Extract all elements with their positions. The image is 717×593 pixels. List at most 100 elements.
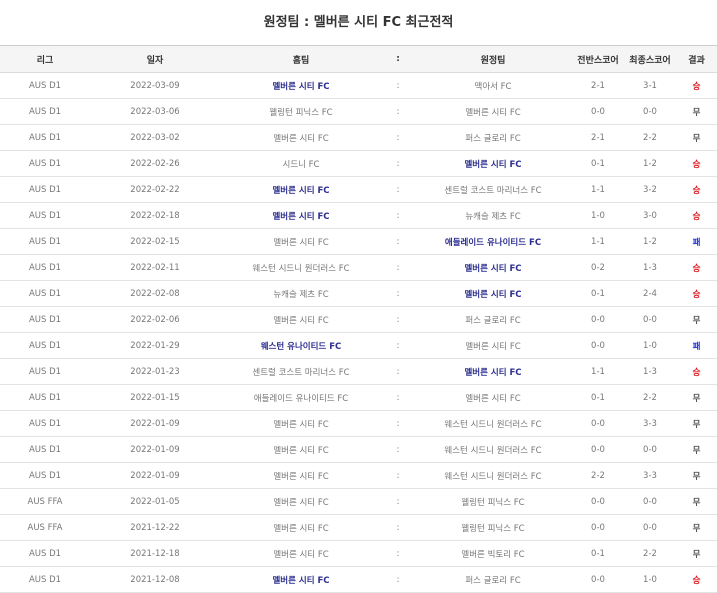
home-team-cell: 멜버른 시티 FC xyxy=(220,410,382,437)
result-cell: 무 xyxy=(676,540,717,567)
result-cell: 무 xyxy=(676,488,717,515)
table-row: AUS D1 2022-02-08 뉴캐슬 제츠 FC: 멜버른 시티 FC 0-1 2-… xyxy=(0,280,717,307)
date-cell: 2022-01-09 xyxy=(90,462,220,489)
away-team-cell: 멜버른 시티 FC xyxy=(414,254,572,281)
separator-cell: : xyxy=(382,98,414,125)
half-score-cell: 0-1 xyxy=(572,384,624,411)
result-cell: 무 xyxy=(676,98,717,125)
date-cell: 2022-01-29 xyxy=(90,332,220,359)
separator-cell: : xyxy=(382,228,414,255)
away-team-cell: 멜버른 시티 FC xyxy=(414,150,572,177)
date-cell: 2022-03-06 xyxy=(90,98,220,125)
half-score-cell: 0-1 xyxy=(572,540,624,567)
date-cell: 2022-01-15 xyxy=(90,384,220,411)
separator-cell: : xyxy=(382,410,414,437)
home-team-cell: 애들레이드 유나이티드 FC xyxy=(220,384,382,411)
half-score-cell: 2-1 xyxy=(572,72,624,99)
separator-cell: : xyxy=(382,462,414,489)
date-cell: 2022-02-22 xyxy=(90,176,220,203)
away-team-cell: 웰링턴 피닉스 FC xyxy=(414,488,572,515)
table-row: AUS D1 2022-02-11 웨스턴 시드니 원더러스 FC: 멜버른 시티 F… xyxy=(0,254,717,281)
home-team-cell: 멜버른 시티 FC xyxy=(220,514,382,541)
away-team-cell: 멜버른 시티 FC xyxy=(414,332,572,359)
home-team-cell: 웰링턴 피닉스 FC xyxy=(220,98,382,125)
separator-cell: : xyxy=(382,306,414,333)
date-cell: 2022-02-06 xyxy=(90,306,220,333)
away-team-cell: 퍼스 글로리 FC xyxy=(414,306,572,333)
half-score-cell: 0-1 xyxy=(572,280,624,307)
league-cell: AUS D1 xyxy=(0,228,90,255)
header-result: 결과 xyxy=(676,45,717,73)
league-cell: AUS D1 xyxy=(0,150,90,177)
separator-cell: : xyxy=(382,358,414,385)
result-cell: 무 xyxy=(676,306,717,333)
league-cell: AUS D1 xyxy=(0,98,90,125)
table-row: AUS D1 2022-02-18 멜버른 시티 FC: 뉴캐슬 제츠 FC 1-0 3-… xyxy=(0,202,717,229)
table-row: AUS D1 2021-12-18 멜버른 시티 FC: 멜버른 빅토리 FC 0-1 2… xyxy=(0,540,717,567)
table-row: AUS D1 2022-02-26 시드니 FC: 멜버른 시티 FC 0-1 1-2 승 xyxy=(0,150,717,177)
league-cell: AUS D1 xyxy=(0,306,90,333)
table-row: AUS D1 2022-01-09 멜버른 시티 FC: 웨스턴 시드니 원더러스 F… xyxy=(0,410,717,437)
separator-cell: : xyxy=(382,176,414,203)
header-league: 리그 xyxy=(0,45,90,73)
league-cell: AUS D1 xyxy=(0,254,90,281)
date-cell: 2022-01-09 xyxy=(90,436,220,463)
table-row: AUS D1 2022-01-29 웨스턴 유나이티드 FC: 멜버른 시티 FC 0-… xyxy=(0,332,717,359)
league-cell: AUS D1 xyxy=(0,280,90,307)
half-score-cell: 0-0 xyxy=(572,410,624,437)
table-row: AUS D1 2022-03-06 웰링턴 피닉스 FC: 멜버른 시티 FC 0-0 0… xyxy=(0,98,717,125)
separator-cell: : xyxy=(382,124,414,151)
home-team-cell: 멜버른 시티 FC xyxy=(220,124,382,151)
header-separator: : xyxy=(382,45,414,73)
table-row: AUS D1 2022-01-09 멜버른 시티 FC: 웨스턴 시드니 원더러스 F… xyxy=(0,462,717,489)
league-cell: AUS D1 xyxy=(0,124,90,151)
league-cell: AUS D1 xyxy=(0,462,90,489)
table-row: AUS D1 2021-12-08 멜버른 시티 FC: 퍼스 글로리 FC 0-0 1-… xyxy=(0,566,717,593)
league-cell: AUS D1 xyxy=(0,202,90,229)
final-score-cell: 1-0 xyxy=(624,332,676,359)
table-row: AUS D1 2022-02-06 멜버른 시티 FC: 퍼스 글로리 FC 0-0 0-… xyxy=(0,306,717,333)
result-cell: 패 xyxy=(676,332,717,359)
home-team-cell: 멜버른 시티 FC xyxy=(220,462,382,489)
result-cell: 승 xyxy=(676,202,717,229)
separator-cell: : xyxy=(382,436,414,463)
separator-cell: : xyxy=(382,540,414,567)
league-cell: AUS D1 xyxy=(0,384,90,411)
half-score-cell: 1-1 xyxy=(572,228,624,255)
final-score-cell: 3-3 xyxy=(624,462,676,489)
away-team-cell: 멜버른 시티 FC xyxy=(414,384,572,411)
away-team-cell: 웨스턴 시드니 원더러스 FC xyxy=(414,436,572,463)
table-row: AUS D1 2022-01-09 멜버른 시티 FC: 웨스턴 시드니 원더러스 F… xyxy=(0,436,717,463)
table-row: AUS D1 2022-02-15 멜버른 시티 FC: 애들레이드 유나이티드 FC… xyxy=(0,228,717,255)
home-team-cell: 멜버른 시티 FC xyxy=(220,436,382,463)
result-cell: 승 xyxy=(676,72,717,99)
half-score-cell: 0-1 xyxy=(572,150,624,177)
final-score-cell: 1-3 xyxy=(624,254,676,281)
date-cell: 2022-01-05 xyxy=(90,488,220,515)
date-cell: 2022-02-26 xyxy=(90,150,220,177)
home-team-cell: 멜버른 시티 FC xyxy=(220,202,382,229)
header-date: 일자 xyxy=(90,45,220,73)
date-cell: 2022-03-02 xyxy=(90,124,220,151)
table-row: AUS FFA 2021-12-22 멜버른 시티 FC: 웰링턴 피닉스 FC 0-0… xyxy=(0,514,717,541)
half-score-cell: 0-0 xyxy=(572,332,624,359)
separator-cell: : xyxy=(382,384,414,411)
separator-cell: : xyxy=(382,72,414,99)
league-cell: AUS D1 xyxy=(0,410,90,437)
away-team-cell: 센트럴 코스트 마리너스 FC xyxy=(414,176,572,203)
league-cell: AUS D1 xyxy=(0,566,90,593)
home-team-cell: 센트럴 코스트 마리너스 FC xyxy=(220,358,382,385)
final-score-cell: 2-4 xyxy=(624,280,676,307)
home-team-cell: 시드니 FC xyxy=(220,150,382,177)
league-cell: AUS D1 xyxy=(0,540,90,567)
separator-cell: : xyxy=(382,332,414,359)
date-cell: 2022-01-23 xyxy=(90,358,220,385)
half-score-cell: 0-0 xyxy=(572,306,624,333)
result-cell: 승 xyxy=(676,176,717,203)
final-score-cell: 0-0 xyxy=(624,488,676,515)
date-cell: 2021-12-22 xyxy=(90,514,220,541)
separator-cell: : xyxy=(382,488,414,515)
date-cell: 2022-02-18 xyxy=(90,202,220,229)
half-score-cell: 1-1 xyxy=(572,176,624,203)
date-cell: 2022-02-08 xyxy=(90,280,220,307)
